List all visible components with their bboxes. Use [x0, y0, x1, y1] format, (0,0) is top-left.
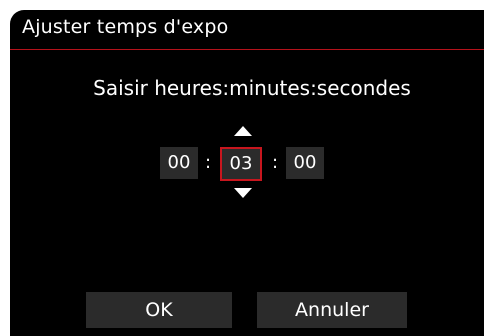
time-input-row: 00 : 03 : 00 [10, 126, 484, 206]
camera-menu-screen: Ajuster temps d'expo Saisir heures:minut… [10, 10, 484, 336]
time-separator: : [272, 152, 279, 173]
increment-arrow-icon[interactable] [234, 126, 252, 136]
time-separator: : [205, 152, 212, 173]
title-bar: Ajuster temps d'expo [10, 10, 484, 50]
cancel-button[interactable]: Annuler [257, 292, 407, 328]
instruction-text: Saisir heures:minutes:secondes [93, 76, 411, 100]
seconds-field[interactable]: 00 [286, 147, 324, 179]
decrement-arrow-icon[interactable] [234, 188, 252, 198]
page-title: Ajuster temps d'expo [22, 16, 229, 38]
minutes-field[interactable]: 03 [220, 147, 262, 181]
ok-button[interactable]: OK [86, 292, 232, 328]
hours-field[interactable]: 00 [160, 147, 198, 179]
